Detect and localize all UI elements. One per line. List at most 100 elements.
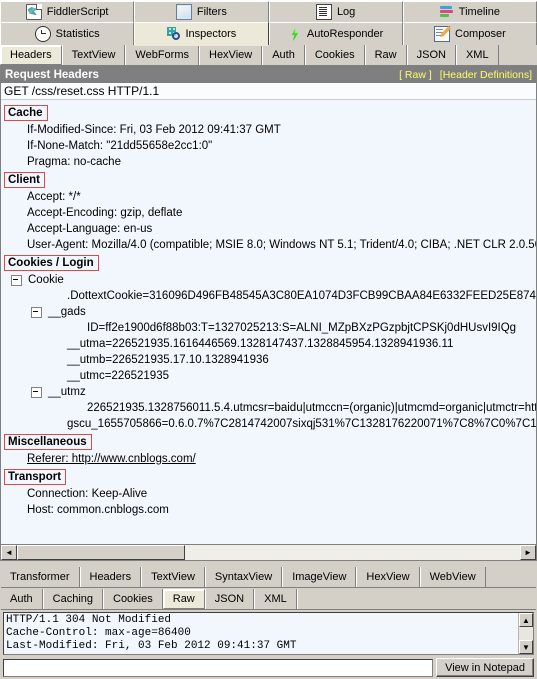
tab-label: JSON bbox=[214, 592, 245, 605]
response-tab-row-2-filler bbox=[296, 588, 536, 609]
tab-label: TextView bbox=[151, 570, 195, 583]
tree-node-label: __gads bbox=[48, 306, 86, 318]
request-tab-cookies[interactable]: Cookies bbox=[304, 45, 365, 65]
request-tab-webforms[interactable]: WebForms bbox=[125, 45, 199, 65]
scroll-up-button[interactable]: ▲ bbox=[519, 613, 533, 627]
request-tab-hexview[interactable]: HexView bbox=[199, 45, 263, 65]
scroll-right-button[interactable]: ► bbox=[520, 545, 536, 560]
group-header-transport: Transport bbox=[4, 469, 67, 485]
response-raw-view[interactable]: HTTP/1.1 304 Not Modified Cache-Control:… bbox=[3, 612, 534, 655]
cookie-value-utma: __utma=226521935.1616446569.1328147437.1… bbox=[67, 338, 454, 350]
response-tab-transformer[interactable]: Transformer bbox=[1, 566, 80, 587]
tab-label: HexView bbox=[366, 570, 410, 583]
scroll-down-button[interactable]: ▼ bbox=[519, 640, 533, 654]
cookie-value-gscu: gscu_1655705866=0.6.0.7%7C2814742007sixq… bbox=[67, 418, 536, 430]
timeline-icon bbox=[439, 5, 454, 19]
response-tab-hexview[interactable]: HexView bbox=[356, 566, 420, 587]
tab-fiddlerscript[interactable]: FiddlerScript bbox=[0, 1, 135, 22]
response-tab-syntaxview[interactable]: SyntaxView bbox=[204, 566, 283, 587]
tab-label: Inspectors bbox=[185, 28, 237, 40]
response-tab-row-1: Transformer Headers TextView SyntaxView … bbox=[1, 566, 536, 588]
request-horizontal-scrollbar[interactable]: ◄ ► bbox=[1, 544, 536, 560]
request-line: GET /css/reset.css HTTP/1.1 bbox=[1, 83, 536, 100]
header-line: Accept-Language: en-us bbox=[27, 223, 153, 235]
response-raw-text: HTTP/1.1 304 Not Modified Cache-Control:… bbox=[6, 614, 297, 652]
response-tab-textview[interactable]: TextView bbox=[141, 566, 205, 587]
response-panel: Transformer Headers TextView SyntaxView … bbox=[0, 566, 537, 679]
main-tab-row-2: Statistics Inspectors AutoResponder Comp… bbox=[0, 22, 537, 46]
fiddler-window: FiddlerScript Filters Log Timeline Stati… bbox=[0, 0, 537, 679]
tab-label: SyntaxView bbox=[214, 570, 273, 583]
request-headers-caption-bar: Request Headers [ Raw ] [Header Definiti… bbox=[1, 66, 536, 83]
tab-autoresponder[interactable]: AutoResponder bbox=[268, 22, 403, 45]
request-headers-panel: Request Headers [ Raw ] [Header Definiti… bbox=[0, 66, 537, 561]
collapse-icon[interactable] bbox=[11, 274, 22, 286]
response-tab-cookies[interactable]: Cookies bbox=[103, 588, 163, 609]
response-tab-caching[interactable]: Caching bbox=[42, 588, 103, 609]
response-tab-row-2: Auth Caching Cookies Raw JSON XML bbox=[1, 588, 536, 610]
view-in-notepad-button[interactable]: View in Notepad bbox=[436, 658, 534, 677]
cookie-tree-root[interactable]: Cookie bbox=[1, 272, 536, 288]
request-tab-headers[interactable]: Headers bbox=[0, 45, 62, 65]
tab-label: Log bbox=[336, 6, 356, 18]
header-line: User-Agent: Mozilla/4.0 (compatible; MSI… bbox=[27, 239, 536, 251]
response-vertical-scrollbar[interactable]: ▲ ▼ bbox=[518, 613, 533, 654]
tab-label: Statistics bbox=[55, 28, 100, 40]
magnifier-grid-icon bbox=[166, 27, 181, 41]
tab-label: Auth bbox=[272, 49, 295, 61]
main-tab-row-1: FiddlerScript Filters Log Timeline bbox=[0, 0, 537, 22]
cookie-value-gads: ID=ff2e1900d6f88b03:T=1327025213:S=ALNI_… bbox=[87, 322, 517, 334]
scroll-thumb[interactable] bbox=[17, 545, 185, 560]
tab-label: Auth bbox=[10, 592, 33, 605]
tab-label: Headers bbox=[10, 49, 52, 61]
request-tab-xml[interactable]: XML bbox=[455, 45, 499, 65]
cookie-value-dottextcookie: .DottextCookie=316096D496FB48545A3C80EA1… bbox=[67, 290, 536, 302]
group-header-miscellaneous: Miscellaneous bbox=[4, 434, 92, 450]
header-line: If-None-Match: "21dd55658e2cc1:0" bbox=[27, 140, 213, 152]
cookie-tree-node-utmz[interactable]: __utmz bbox=[1, 384, 536, 400]
clock-icon bbox=[34, 26, 51, 42]
response-tab-json[interactable]: JSON bbox=[204, 588, 255, 609]
tab-inspectors[interactable]: Inspectors bbox=[134, 22, 269, 46]
tab-label: FiddlerScript bbox=[46, 6, 109, 18]
tab-timeline[interactable]: Timeline bbox=[402, 1, 537, 22]
response-tab-imageview[interactable]: ImageView bbox=[282, 566, 357, 587]
response-tab-auth[interactable]: Auth bbox=[1, 588, 43, 609]
request-tab-json[interactable]: JSON bbox=[406, 45, 456, 65]
response-tab-raw[interactable]: Raw bbox=[162, 588, 205, 609]
panel-title: Request Headers bbox=[5, 68, 99, 81]
tab-label: Cookies bbox=[314, 49, 355, 61]
tab-label: TextView bbox=[71, 49, 116, 61]
collapse-icon[interactable] bbox=[31, 306, 42, 318]
header-line: Host: common.cnblogs.com bbox=[27, 504, 169, 516]
group-header-cookies-login: Cookies / Login bbox=[4, 255, 99, 271]
cookie-value-utmz: 226521935.1328756011.5.4.utmcsr=baidu|ut… bbox=[87, 402, 536, 414]
cookie-tree-node-gads[interactable]: __gads bbox=[1, 304, 536, 320]
tab-label: Timeline bbox=[458, 6, 500, 18]
header-definitions-link[interactable]: [Header Definitions] bbox=[440, 69, 532, 81]
tab-label: Cookies bbox=[113, 592, 153, 605]
raw-link[interactable]: [ Raw ] bbox=[399, 69, 432, 81]
tab-log[interactable]: Log bbox=[268, 1, 403, 22]
scroll-left-button[interactable]: ◄ bbox=[1, 545, 17, 560]
notepad-pencil-icon bbox=[434, 26, 450, 42]
filter-icon bbox=[175, 4, 192, 20]
collapse-icon[interactable] bbox=[31, 386, 42, 398]
request-tab-raw[interactable]: Raw bbox=[364, 45, 407, 65]
response-tab-headers[interactable]: Headers bbox=[79, 566, 142, 587]
log-icon bbox=[315, 4, 332, 20]
response-tab-xml[interactable]: XML bbox=[254, 588, 297, 609]
tab-label: Composer bbox=[455, 28, 506, 40]
tree-node-label: Cookie bbox=[28, 274, 64, 286]
request-tab-textview[interactable]: TextView bbox=[61, 45, 126, 65]
tab-filters[interactable]: Filters bbox=[134, 1, 269, 22]
tab-statistics[interactable]: Statistics bbox=[0, 22, 135, 45]
scroll-track[interactable] bbox=[17, 545, 520, 560]
response-tab-webview[interactable]: WebView bbox=[419, 566, 486, 587]
request-tab-auth[interactable]: Auth bbox=[262, 45, 305, 65]
tab-label: Raw bbox=[374, 49, 397, 61]
header-line-referer: Referer: http://www.cnblogs.com/ bbox=[1, 451, 536, 467]
header-line: Accept-Encoding: gzip, deflate bbox=[27, 207, 183, 219]
tab-composer[interactable]: Composer bbox=[402, 22, 537, 45]
request-headers-body[interactable]: Cache If-Modified-Since: Fri, 03 Feb 201… bbox=[1, 100, 536, 544]
